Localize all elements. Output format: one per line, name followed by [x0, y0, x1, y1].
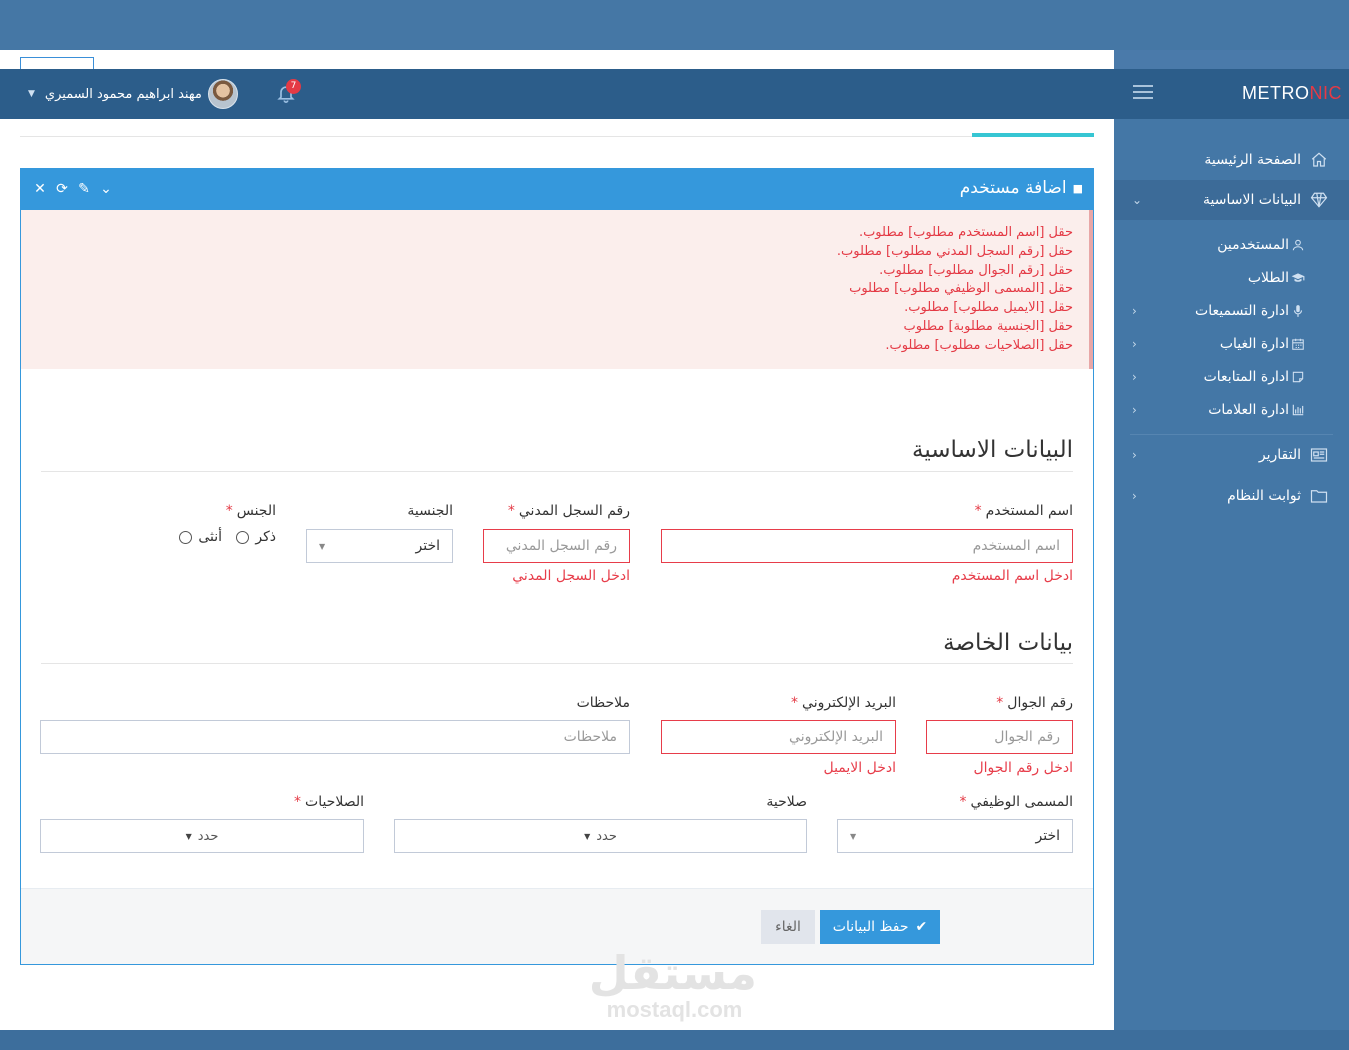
mobile-error: ادخل رقم الجوال	[973, 760, 1073, 776]
sidebar-item-home[interactable]: الصفحة الرئيسية	[1114, 140, 1349, 180]
chevron-down-icon: ⌄	[1132, 193, 1143, 207]
save-button[interactable]: ✔ حفظ البيانات	[820, 910, 940, 944]
notification-badge: 7	[286, 79, 301, 94]
error-message: حقل [المسمى الوظيفي مطلوب] مطلوب	[849, 281, 1073, 297]
form-actions: ✔ حفظ البيانات الغاء	[21, 888, 1093, 964]
mobile-label: رقم الجوال*	[996, 695, 1073, 711]
sidebar-item-users[interactable]: المستخدمين	[1114, 228, 1349, 261]
section-divider	[41, 471, 1073, 472]
basic-section-title: البيانات الاساسية	[912, 437, 1073, 463]
section-divider	[41, 663, 1073, 664]
permissions-select[interactable]: حدد ▼	[40, 819, 364, 853]
nationality-label: الجنسية	[407, 503, 453, 519]
chevron-down-icon: ▼	[28, 89, 35, 99]
portlet-title: اضافة مستخدم	[959, 178, 1067, 198]
tabs-divider	[20, 136, 1094, 137]
mobile-input[interactable]: رقم الجوال	[926, 720, 1073, 754]
sidebar-item-followups[interactable]: ادارة المتابعات ‹	[1114, 360, 1349, 393]
notifications-button[interactable]: 7	[276, 79, 301, 105]
cancel-button[interactable]: الغاء	[761, 910, 815, 944]
civil-id-error: ادخل السجل المدني	[512, 568, 630, 584]
notes-input[interactable]: ملاحظات	[40, 720, 630, 754]
caret-down-icon: ▼	[319, 541, 326, 551]
sidebar-item-reports[interactable]: التقارير ‹	[1114, 435, 1349, 475]
close-icon[interactable]: ✕	[29, 180, 51, 198]
email-error: ادخل الايميل	[823, 760, 896, 776]
sidebar-item-recordings[interactable]: ادارة التسميعات ‹	[1114, 294, 1349, 327]
reload-icon[interactable]: ⟳	[51, 180, 73, 198]
user-name: مهند ابراهيم محمود السميري	[44, 86, 202, 102]
error-message: حقل [رقم السجل المدني مطلوب] مطلوب.	[836, 243, 1073, 259]
chevron-left-icon: ‹	[1132, 402, 1137, 417]
error-message: حقل [الصلاحيات مطلوب] مطلوب.	[885, 337, 1073, 353]
collapse-icon[interactable]: ⌄	[95, 180, 117, 198]
error-message: حقل [اسم المستخدم مطلوب] مطلوب.	[858, 225, 1073, 240]
error-message: حقل [رقم الجوال مطلوب] مطلوب.	[879, 262, 1073, 278]
menu-toggle-icon[interactable]	[1133, 85, 1153, 101]
note-icon	[1291, 370, 1305, 384]
top-header: ▼ مهند ابراهيم محمود السميري 7 METRONIC	[0, 69, 1349, 119]
avatar	[207, 79, 238, 109]
calendar-icon	[1291, 337, 1305, 351]
error-message: حقل [الجنسية مطلوبة] مطلوب	[903, 318, 1074, 334]
caret-down-icon: ▼	[850, 831, 857, 841]
graduation-cap-icon	[1291, 271, 1305, 285]
notes-label: ملاحظات	[576, 695, 630, 711]
username-input[interactable]: اسم المستخدم	[661, 529, 1073, 563]
bottom-band	[0, 1030, 1349, 1050]
sidebar-item-grades[interactable]: ادارة العلامات ‹	[1114, 393, 1349, 426]
portlet-header: ■ اضافة مستخدم ✕ ⟳ ✎ ⌄	[21, 169, 1093, 210]
gender-male-radio[interactable]: ذكر	[230, 529, 276, 545]
permission-select[interactable]: حدد ▼	[394, 819, 807, 853]
error-message: حقل [الايميل مطلوب] مطلوب.	[904, 300, 1073, 316]
permission-label: صلاحية	[766, 794, 807, 810]
chevron-left-icon: ‹	[1132, 303, 1137, 318]
top-band	[0, 0, 1349, 50]
job-title-label: المسمى الوظيفي*	[959, 794, 1073, 810]
hidden-toolbar-button[interactable]	[20, 57, 94, 69]
chevron-left-icon: ‹	[1132, 369, 1137, 384]
microphone-icon	[1291, 304, 1305, 318]
chevron-left-icon: ‹	[1132, 336, 1137, 351]
folder-icon	[1309, 486, 1329, 506]
civil-id-label: رقم السجل المدني*	[507, 503, 630, 519]
active-tab-indicator[interactable]	[972, 133, 1094, 137]
user-icon	[1291, 238, 1305, 252]
wrench-icon[interactable]: ✎	[73, 180, 95, 198]
validation-errors-alert: حقل [اسم المستخدم مطلوب] مطلوب. حقل [رقم…	[21, 210, 1093, 369]
add-user-portlet: ■ اضافة مستخدم ✕ ⟳ ✎ ⌄ حقل [اسم المستخدم…	[20, 168, 1094, 965]
caret-down-icon: ▼	[584, 831, 591, 841]
user-menu[interactable]: ▼ مهند ابراهيم محمود السميري	[28, 69, 238, 119]
portlet-tools: ✕ ⟳ ✎ ⌄	[29, 180, 117, 198]
email-label: البريد الإلكتروني*	[791, 695, 896, 711]
diamond-icon	[1309, 190, 1329, 210]
sidebar: الصفحة الرئيسية البيانات الاساسية ⌄ المس…	[1114, 119, 1349, 1030]
check-icon: ✔	[915, 919, 928, 935]
sidebar-item-students[interactable]: الطلاب	[1114, 261, 1349, 294]
chevron-left-icon: ‹	[1132, 489, 1137, 503]
bar-chart-icon	[1291, 403, 1305, 417]
gender-label: الجنس*	[225, 503, 276, 519]
app-logo[interactable]: METRONIC	[1242, 83, 1342, 104]
private-section-title: بيانات الخاصة	[943, 630, 1073, 656]
caret-down-icon: ▼	[185, 831, 192, 841]
username-label: اسم المستخدم*	[974, 503, 1073, 519]
gift-icon: ■	[1072, 181, 1083, 195]
email-input[interactable]: البريد الإلكتروني	[661, 720, 896, 754]
newspaper-icon	[1309, 445, 1329, 465]
watermark: مستقل mostaql.com	[588, 946, 757, 1022]
nationality-select[interactable]: اختر ▼	[306, 529, 453, 563]
sidebar-item-basic-data[interactable]: البيانات الاساسية ⌄	[1114, 180, 1349, 220]
sidebar-item-absence[interactable]: ادارة الغياب ‹	[1114, 327, 1349, 360]
civil-id-input[interactable]: رقم السجل المدني	[483, 529, 630, 563]
permissions-label: الصلاحيات*	[294, 794, 364, 810]
gender-female-radio[interactable]: أنثى	[173, 529, 222, 545]
home-icon	[1309, 150, 1329, 170]
chevron-left-icon: ‹	[1132, 448, 1137, 462]
username-error: ادخل اسم المستخدم	[951, 568, 1073, 584]
job-title-select[interactable]: اختر ▼	[837, 819, 1073, 853]
sidebar-item-constants[interactable]: ثوابت النظام ‹	[1114, 476, 1349, 516]
